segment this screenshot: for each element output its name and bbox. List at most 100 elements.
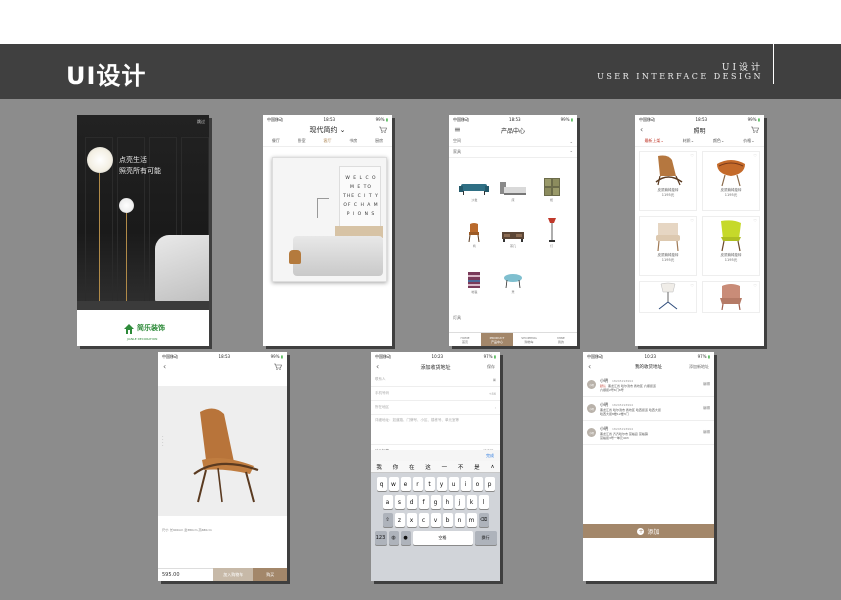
return-key[interactable]: 换行 [474,531,497,545]
tab-shopping[interactable]: SHOPPING 购物车 [513,333,545,346]
cart-icon[interactable] [751,126,759,133]
microphone-key-icon[interactable]: ● [400,531,411,545]
edit-button[interactable]: 编辑 [703,406,710,411]
section-furniture[interactable]: 家具 ⌃ [449,147,577,158]
key[interactable]: z [394,513,405,527]
region-field[interactable]: 所在地区 › [371,401,500,415]
key[interactable]: c [418,513,429,527]
key[interactable]: i [460,477,471,491]
key[interactable]: q [376,477,387,491]
tab-dining[interactable]: 餐厅 [272,138,280,144]
key[interactable]: x [406,513,417,527]
back-icon[interactable]: ‹ [163,362,166,371]
key[interactable]: p [484,477,495,491]
back-icon[interactable]: ‹ [376,362,379,371]
key[interactable]: k [466,495,477,509]
heart-icon[interactable]: ♡ [753,218,757,223]
tab-mine[interactable]: MINE 我的 [545,333,577,346]
shift-key-icon[interactable]: ⇧ [382,513,393,527]
key[interactable]: o [472,477,483,491]
numbers-key[interactable]: 123 [374,531,387,545]
tab-study[interactable]: 书房 [349,138,357,144]
category-item[interactable]: 椅 [455,210,494,248]
key[interactable]: t [424,477,435,491]
key[interactable]: n [454,513,465,527]
key[interactable]: v [430,513,441,527]
key[interactable]: r [412,477,423,491]
category-item[interactable]: 茶几 [494,210,533,248]
contact-field[interactable]: 联系人 ▣ [371,373,500,387]
category-item[interactable]: 床 [494,164,533,202]
expand-candidates-icon[interactable]: ∧ [490,464,494,470]
key[interactable]: e [400,477,411,491]
key[interactable]: y [436,477,447,491]
key[interactable]: u [448,477,459,491]
product-card[interactable]: ♡ 皮质躺椅旋转 1195元 [702,216,760,276]
key[interactable]: w [388,477,399,491]
product-card[interactable]: ♡ 皮质躺椅旋转 1195元 [639,216,697,276]
product-card[interactable]: ♡ [702,281,760,313]
filter-color[interactable]: 颜色⌄ [713,138,724,144]
menu-icon[interactable]: ≡ [454,125,461,134]
back-icon[interactable]: ‹ [640,125,643,134]
product-card[interactable]: ♡ 皮质躺椅旋转 1195元 [639,151,697,211]
section-lighting[interactable]: 灯具 [453,315,461,321]
address-item[interactable]: 小明 小明 18245193994 黑龙江省 哈尔滨市 香坊区 哈西街道 哈西大街… [583,397,714,421]
add-new-address-link[interactable]: 添加新地址 [689,364,709,370]
cart-icon[interactable] [379,126,387,133]
heart-icon[interactable]: ♡ [753,153,757,158]
space-key[interactable]: 空格 [412,531,473,545]
section-space[interactable]: 空间 ⌄ [449,136,577,147]
key[interactable]: j [454,495,465,509]
key[interactable]: s [394,495,405,509]
key[interactable]: d [406,495,417,509]
room-image-popup[interactable]: W E L C O M E TO THE C I T Y OF C H A M … [272,157,387,282]
tab-home[interactable]: HOME 首页 [449,333,481,346]
cart-icon[interactable] [274,363,282,370]
filter-material[interactable]: 材质⌄ [683,138,694,144]
candidate[interactable]: 在 [409,463,415,471]
globe-key-icon[interactable]: ◍ [388,531,399,545]
backspace-key-icon[interactable]: ⌫ [478,513,489,527]
contact-book-icon[interactable]: ▣ [493,378,496,382]
tab-living[interactable]: 客厅 [323,138,331,144]
tab-kitchen[interactable]: 厨房 [375,138,383,144]
key[interactable]: h [442,495,453,509]
key[interactable]: b [442,513,453,527]
phone-field[interactable]: 手机号码 +86 [371,387,500,401]
category-item[interactable]: 地毯 [455,256,494,294]
save-button[interactable]: 保存 [487,364,495,370]
category-item[interactable]: 凳 [494,256,533,294]
key[interactable]: f [418,495,429,509]
category-item[interactable]: 沙发 [455,164,494,202]
buy-button[interactable]: 购买 [253,568,287,581]
skip-button[interactable]: 跳过 [197,119,205,125]
heart-icon[interactable]: ♡ [690,283,694,288]
heart-icon[interactable]: ♡ [690,153,694,158]
heart-icon[interactable]: ♡ [753,283,757,288]
category-item[interactable]: 灯 [532,210,571,248]
filter-newest[interactable]: 最新上架⌄ [644,138,663,144]
back-icon[interactable]: ‹ [588,362,591,371]
edit-button[interactable]: 编辑 [703,430,710,435]
candidate[interactable]: 一 [442,463,448,471]
add-to-cart-button[interactable]: 加入购物车 [213,568,254,581]
key[interactable]: m [466,513,477,527]
address-item[interactable]: 小明 小明 18245193994 黑龙江省 齐齐哈尔市 富裕县 富裕镇 富裕街3… [583,421,714,445]
candidate[interactable]: 这 [425,463,431,471]
tab-bedroom[interactable]: 卧室 [298,138,306,144]
candidate[interactable]: 我 [376,463,382,471]
candidate[interactable]: 不 [458,463,464,471]
category-item[interactable]: 柜 [532,164,571,202]
candidate[interactable]: 是 [474,463,480,471]
product-card[interactable]: ♡ [639,281,697,313]
detail-address-field[interactable]: 详细地址：如道路、门牌号、小区、楼栋号、单元室等 [371,415,500,445]
tab-product[interactable]: PRODUCT 产品中心 [481,333,513,346]
heart-icon[interactable]: ♡ [690,218,694,223]
address-item[interactable]: 小明 小明 18245193994 默认 黑龙江省 哈尔滨市 香坊区 六顺街道 六顺… [583,373,714,397]
candidate[interactable]: 你 [393,463,399,471]
key[interactable]: g [430,495,441,509]
key[interactable]: l [478,495,489,509]
product-card[interactable]: ♡ 皮质躺椅旋转 1195元 [702,151,760,211]
add-address-button[interactable]: + 添加 [583,524,714,538]
